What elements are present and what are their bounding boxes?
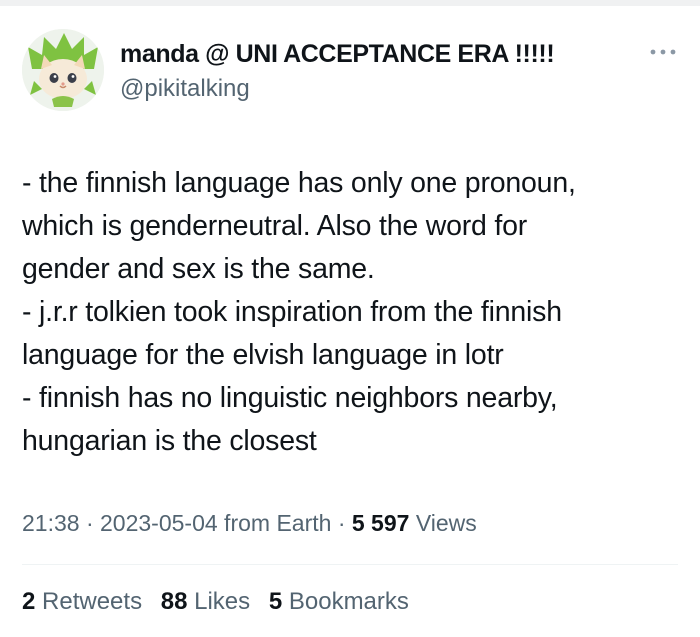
- display-name[interactable]: manda @ UNI ACCEPTANCE ERA !!!!!: [120, 40, 555, 69]
- meta-separator: ·: [337, 510, 346, 536]
- divider: [22, 564, 678, 565]
- tweet-detail: manda @ UNI ACCEPTANCE ERA !!!!! @pikita…: [0, 0, 700, 637]
- engagement-stats: 2 Retweets 88 Likes 5 Bookmarks: [22, 588, 421, 616]
- likes-count: 88: [160, 588, 188, 615]
- likes-stat[interactable]: 88 Likes: [161, 588, 257, 615]
- views-label: Views: [415, 510, 477, 536]
- tweet-text-line: gender and sex is the same.: [22, 253, 375, 285]
- avatar[interactable]: [22, 29, 104, 111]
- tweet-date-source[interactable]: 2023-05-04 from Earth: [100, 510, 331, 536]
- tweet-text: - the finnish language has only one pron…: [22, 162, 682, 463]
- tweet-text-line: - finnish has no linguistic neighbors ne…: [22, 382, 558, 414]
- meta-separator: ·: [85, 510, 94, 536]
- retweets-count: 2: [22, 588, 36, 615]
- tweet-text-line: which is genderneutral. Also the word fo…: [22, 210, 528, 242]
- views-count: 5 597: [351, 510, 410, 536]
- likes-label: Likes: [194, 588, 251, 615]
- top-edge: [0, 0, 700, 6]
- bookmarks-count: 5: [268, 588, 283, 615]
- retweets-stat[interactable]: 2 Retweets: [22, 588, 149, 615]
- tweet-text-line: hungarian is the closest: [22, 425, 317, 457]
- more-options-button[interactable]: [646, 40, 680, 64]
- user-handle[interactable]: @pikitalking: [120, 75, 250, 103]
- tweet-text-line: - j.r.r tolkien took inspiration from th…: [22, 296, 562, 328]
- avatar-image: [22, 29, 104, 111]
- tweet-text-line: - the finnish language has only one pron…: [22, 167, 576, 199]
- tweet-text-line: language for the elvish language in lotr: [22, 339, 504, 371]
- bookmarks-stat[interactable]: 5 Bookmarks: [269, 588, 409, 615]
- tweet-time[interactable]: 21:38: [22, 510, 80, 536]
- tweet-meta: 21:38 · 2023-05-04 from Earth · 5 597 Vi…: [22, 510, 477, 537]
- retweets-label: Retweets: [42, 588, 143, 615]
- more-horizontal-icon: [650, 49, 676, 55]
- bookmarks-label: Bookmarks: [288, 588, 409, 615]
